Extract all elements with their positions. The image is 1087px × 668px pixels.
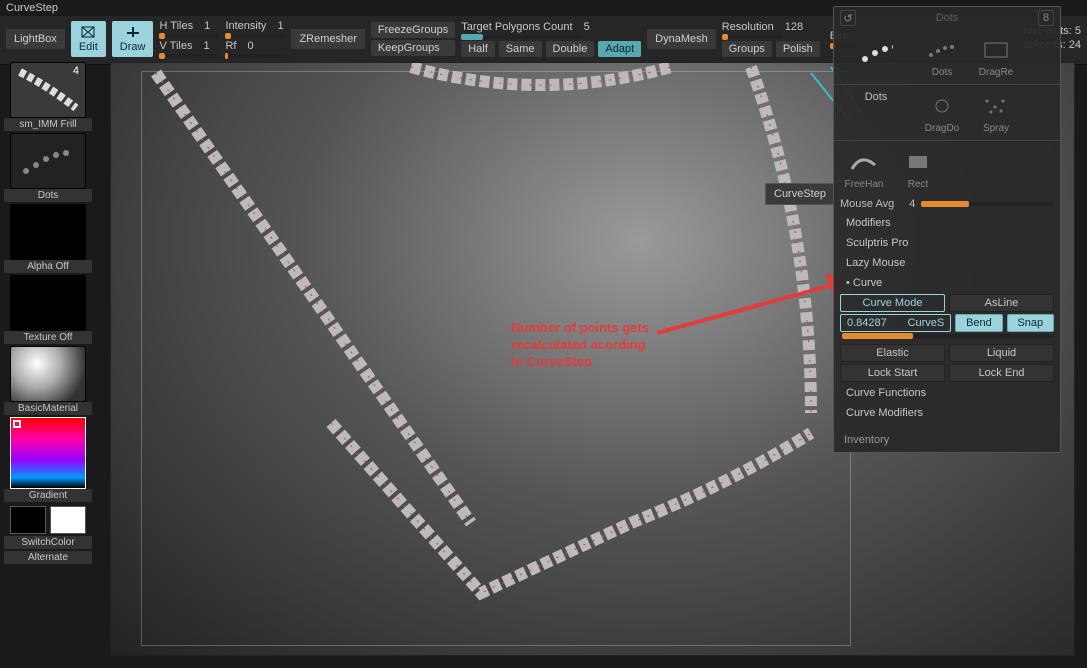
panel-header[interactable]: ↺ Dots 8 bbox=[834, 7, 1060, 29]
curvestep-slider[interactable]: 0.84287CurveS bbox=[840, 314, 951, 332]
curve-modifiers-section[interactable]: Curve Modifiers bbox=[840, 404, 1054, 422]
htiles-slider[interactable]: H Tiles 1 bbox=[159, 20, 219, 38]
material-thumbnail[interactable] bbox=[10, 346, 86, 402]
gradient-label: Gradient bbox=[4, 489, 92, 502]
modifiers-section[interactable]: Modifiers bbox=[840, 214, 1054, 232]
curve-mode-toggle[interactable]: Curve Mode bbox=[840, 294, 945, 312]
viewport-tooltip: CurveStep bbox=[765, 183, 835, 205]
frill-brush-icon bbox=[18, 68, 78, 112]
alternate-button[interactable]: Alternate bbox=[4, 551, 92, 564]
draw-icon bbox=[125, 25, 141, 39]
alpha-thumbnail[interactable] bbox=[10, 204, 86, 260]
bend-toggle[interactable]: Bend bbox=[955, 314, 1002, 332]
swatch-black[interactable] bbox=[10, 506, 46, 534]
snap-toggle[interactable]: Snap bbox=[1007, 314, 1054, 332]
intensity-slider[interactable]: Intensity 1 bbox=[225, 20, 285, 38]
dots-stroke-label: Dots bbox=[840, 91, 912, 134]
dragrect-stroke-option[interactable]: DragRe bbox=[972, 35, 1020, 78]
resolution-group: Resolution 128 Groups Polish bbox=[722, 21, 820, 57]
texture-off-label: Texture Off bbox=[4, 331, 92, 344]
panel-badge: 8 bbox=[1038, 10, 1054, 26]
brush-size-badge: 4 bbox=[73, 65, 79, 77]
picker-marker-icon bbox=[13, 420, 21, 428]
lightbox-button[interactable]: LightBox bbox=[6, 29, 65, 49]
elastic-toggle[interactable]: Elastic bbox=[840, 344, 945, 362]
panel-title: Dots bbox=[936, 12, 959, 24]
dots-stroke-icon bbox=[18, 141, 78, 181]
freehand-stroke-option[interactable]: FreeHan bbox=[840, 147, 888, 190]
sculptris-section[interactable]: Sculptris Pro bbox=[840, 234, 1054, 252]
dots-stroke-icon-big[interactable] bbox=[840, 35, 912, 78]
groups-toggle[interactable]: Groups bbox=[722, 41, 772, 57]
keep-groups-toggle[interactable]: KeepGroups bbox=[371, 40, 455, 56]
stroke-icons-bot: FreeHan Rect bbox=[834, 141, 1060, 196]
intensity-sliders: Intensity 1 Rf 0 bbox=[225, 20, 285, 58]
double-button[interactable]: Double bbox=[546, 41, 595, 57]
inventory-section[interactable]: Inventory bbox=[834, 428, 1060, 452]
stroke-name-label: Dots bbox=[4, 189, 92, 202]
tile-sliders: H Tiles 1 V Tiles 1 bbox=[159, 20, 219, 58]
as-line-toggle[interactable]: AsLine bbox=[949, 294, 1054, 312]
dragdot-stroke-option[interactable]: DragDo bbox=[918, 91, 966, 134]
same-button[interactable]: Same bbox=[499, 41, 542, 57]
color-picker[interactable] bbox=[10, 417, 86, 489]
dots-stroke-option[interactable]: Dots bbox=[918, 35, 966, 78]
half-button[interactable]: Half bbox=[461, 41, 495, 57]
edit-icon bbox=[80, 25, 96, 39]
stroke-icons-top: Dots DragRe bbox=[834, 29, 1060, 85]
freeze-groups-toggle[interactable]: FreezeGroups bbox=[371, 22, 455, 38]
liquid-toggle[interactable]: Liquid bbox=[949, 344, 1054, 362]
edit-button[interactable]: Edit bbox=[71, 21, 106, 57]
resolution-slider[interactable]: Resolution 128 bbox=[722, 21, 820, 39]
swatch-white[interactable] bbox=[50, 506, 86, 534]
alpha-off-label: Alpha Off bbox=[4, 260, 92, 273]
vtiles-slider[interactable]: V Tiles 1 bbox=[159, 40, 219, 58]
curve-functions-section[interactable]: Curve Functions bbox=[840, 384, 1054, 402]
history-icon[interactable]: ↺ bbox=[840, 10, 856, 26]
curve-section[interactable]: Curve bbox=[840, 274, 1054, 292]
mouse-avg-slider[interactable]: Mouse Avg 4 bbox=[834, 196, 1060, 212]
target-poly-slider[interactable]: Target Polygons Count 5 bbox=[461, 21, 641, 39]
zremesher-button[interactable]: ZRemesher bbox=[291, 29, 364, 49]
material-name-label: BasicMaterial bbox=[4, 402, 92, 415]
texture-thumbnail[interactable] bbox=[10, 275, 86, 331]
dynamesh-button[interactable]: DynaMesh bbox=[647, 29, 716, 49]
stroke-thumbnail[interactable] bbox=[10, 133, 86, 189]
adapt-button[interactable]: Adapt bbox=[598, 41, 641, 57]
panel-sections: Modifiers Sculptris Pro Lazy Mouse Curve… bbox=[834, 212, 1060, 428]
stroke-icons-mid: Dots DragDo Spray bbox=[834, 85, 1060, 141]
lazy-mouse-section[interactable]: Lazy Mouse bbox=[840, 254, 1054, 272]
brush-name-label: sm_IMM Frill bbox=[4, 118, 92, 131]
annotation-text: Number of points gets recalculated acord… bbox=[511, 319, 649, 370]
brush-thumbnail[interactable]: 4 bbox=[10, 62, 86, 118]
stroke-panel[interactable]: ↺ Dots 8 Dots DragRe Dots DragDo Spray bbox=[833, 6, 1061, 453]
switch-color-button[interactable]: SwitchColor bbox=[4, 536, 92, 549]
rf-slider[interactable]: Rf 0 bbox=[225, 40, 285, 58]
polish-toggle[interactable]: Polish bbox=[776, 41, 820, 57]
left-panel: 4 sm_IMM Frill Dots Alpha Off Texture Of… bbox=[4, 62, 92, 564]
lock-start-toggle[interactable]: Lock Start bbox=[840, 364, 945, 382]
color-swatches bbox=[10, 506, 86, 534]
target-poly-group: Target Polygons Count 5 Half Same Double… bbox=[461, 21, 641, 57]
rect-stroke-option[interactable]: Rect bbox=[894, 147, 942, 190]
curvestep-track[interactable] bbox=[842, 334, 1052, 338]
draw-button[interactable]: Draw bbox=[112, 21, 154, 57]
spray-stroke-option[interactable]: Spray bbox=[972, 91, 1020, 134]
group-toggles: FreezeGroups KeepGroups bbox=[371, 22, 455, 56]
lock-end-toggle[interactable]: Lock End bbox=[949, 364, 1054, 382]
